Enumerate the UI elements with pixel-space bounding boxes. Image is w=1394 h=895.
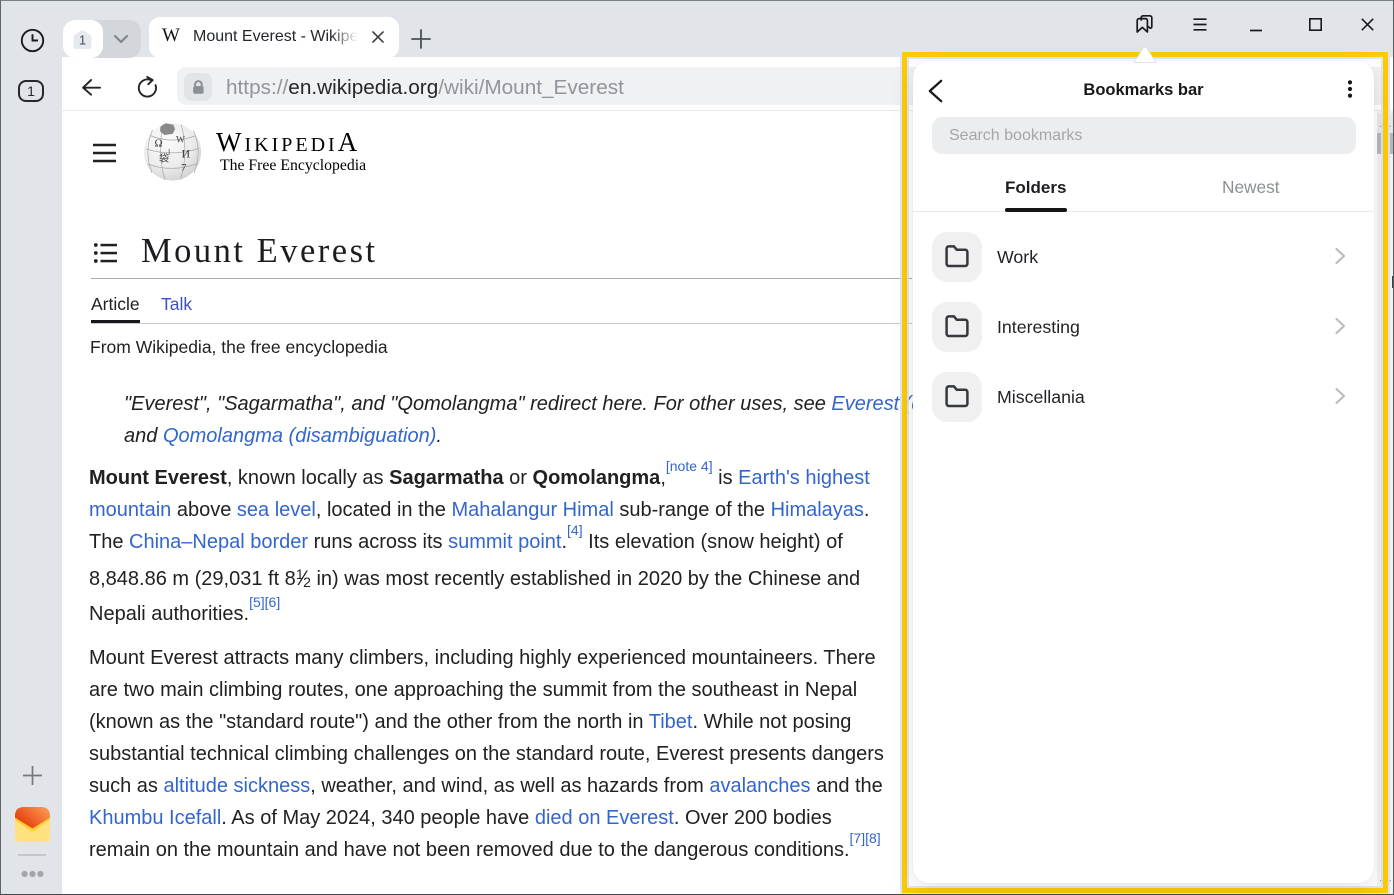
svg-text:И: И [182, 147, 191, 161]
svg-text:Ω: Ω [155, 138, 163, 150]
svg-text:W: W [176, 136, 185, 146]
svg-text:7: 7 [181, 162, 187, 174]
svg-text:1: 1 [79, 33, 86, 48]
svg-text:ا: ا [168, 148, 170, 157]
